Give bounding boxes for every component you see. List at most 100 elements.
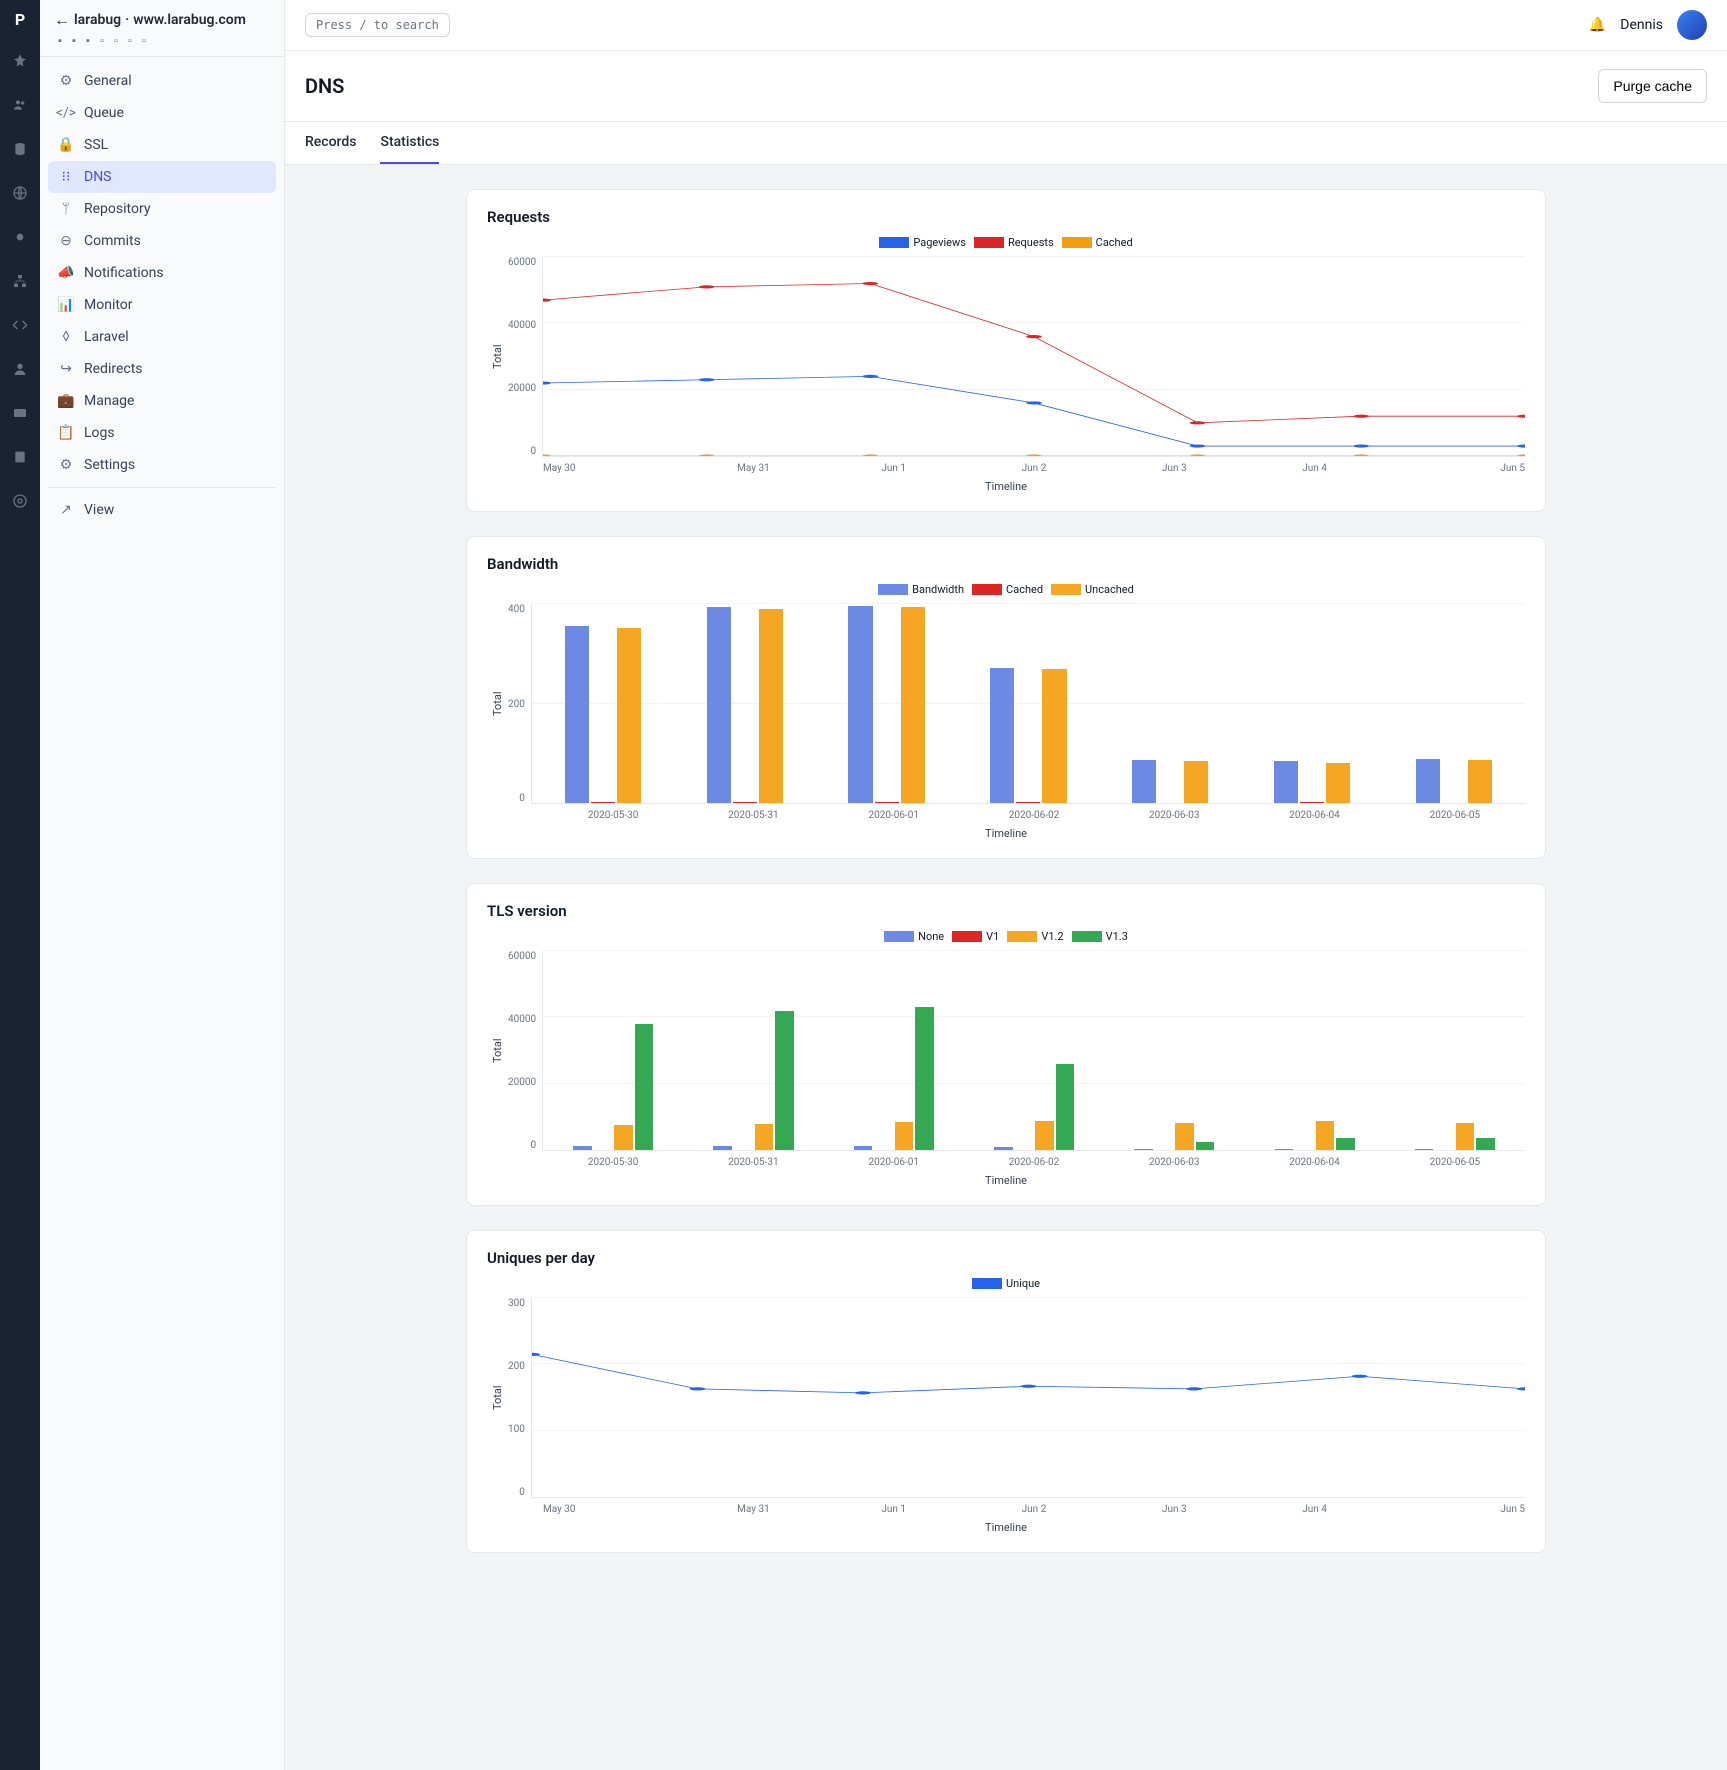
sidebar-item-label: Queue — [84, 105, 124, 121]
sidebar-title-sep: · — [125, 12, 129, 28]
notifications-icon[interactable]: 🔔 — [1589, 17, 1606, 33]
sidebar-item-repository[interactable]: ᛘRepository — [48, 193, 276, 225]
legend-item: Cached — [972, 583, 1043, 596]
sidebar-item-dns[interactable]: ⁝⁝DNS — [48, 161, 276, 193]
gear-icon: ⚙ — [58, 73, 74, 89]
chart-yaxis: 6000040000200000 — [508, 257, 542, 457]
sidebar-item-settings[interactable]: ⚙ Settings — [48, 449, 276, 481]
tabs: Records Statistics — [285, 122, 1727, 165]
sidebar-item-manage[interactable]: 💼Manage — [48, 385, 276, 417]
rail-users-icon[interactable] — [0, 93, 40, 117]
bar — [1134, 1149, 1153, 1150]
sidebar-item-label: Settings — [84, 457, 135, 473]
rail-book-icon[interactable] — [0, 445, 40, 469]
sidebar-item-general[interactable]: ⚙ General — [48, 65, 276, 97]
sidebar-item-logs[interactable]: 📋Logs — [48, 417, 276, 449]
chart-legend: PageviewsRequestsCached — [487, 236, 1525, 249]
chart-card-bandwidth: BandwidthBandwidthCachedUncachedTotal400… — [466, 536, 1546, 859]
page-header: DNS Purge cache — [285, 51, 1727, 122]
rail-globe-icon[interactable] — [0, 181, 40, 205]
rail-support-icon[interactable] — [0, 489, 40, 513]
app-logo[interactable]: P — [15, 10, 25, 29]
legend-item: Pageviews — [879, 236, 966, 249]
chart-card-uniques: Uniques per dayUniqueTotal3002001000May … — [466, 1230, 1546, 1553]
sidebar-title-domain: www.larabug.com — [133, 12, 246, 28]
main-content: Press / to search 🔔 Dennis DNS Purge cac… — [285, 0, 1727, 1770]
legend-item: Uncached — [1051, 583, 1134, 596]
bar — [1274, 761, 1298, 803]
briefcase-icon: 💼 — [58, 393, 74, 409]
commit-icon: ⊖ — [58, 233, 74, 249]
sidebar-item-view[interactable]: ↗ View — [48, 494, 276, 526]
bar — [635, 1024, 654, 1150]
chart-xlabel: Timeline — [487, 480, 1525, 493]
chart-plotarea — [542, 951, 1525, 1151]
purge-cache-button[interactable]: Purge cache — [1598, 69, 1707, 103]
search-input[interactable]: Press / to search — [305, 13, 450, 37]
bar — [573, 1146, 592, 1150]
sidebar-item-laravel[interactable]: ◊Laravel — [48, 321, 276, 353]
chart-yaxis: 3002001000 — [508, 1298, 531, 1498]
sidebar-item-redirects[interactable]: ↪Redirects — [48, 353, 276, 385]
sliders-icon: ⚙ — [58, 457, 74, 473]
legend-swatch — [879, 237, 909, 248]
username[interactable]: Dennis — [1620, 17, 1663, 33]
sidebar-item-monitor[interactable]: 📊Monitor — [48, 289, 276, 321]
bar — [1416, 759, 1440, 803]
external-icon: ↗ — [58, 502, 74, 518]
legend-swatch — [884, 931, 914, 942]
sidebar-item-label: Logs — [84, 425, 115, 441]
rail-rocket-icon[interactable] — [0, 49, 40, 73]
bar — [994, 1147, 1013, 1150]
legend-swatch — [1072, 931, 1102, 942]
sidebar-item-commits[interactable]: ⊖Commits — [48, 225, 276, 257]
sidebar-item-label: View — [84, 502, 114, 518]
avatar[interactable] — [1677, 10, 1707, 40]
rail-card-icon[interactable] — [0, 401, 40, 425]
legend-label: Pageviews — [913, 236, 966, 249]
legend-label: None — [918, 930, 944, 943]
chart-title: Requests — [487, 208, 1525, 226]
sidebar-item-notifications[interactable]: 📣Notifications — [48, 257, 276, 289]
legend-item: V1.3 — [1072, 930, 1128, 943]
bar — [591, 802, 615, 803]
legend-item: Unique — [972, 1277, 1040, 1290]
sidebar: ← larabug · www.larabug.com ▪▪▪▫▫▫▫ ⚙Gen… — [40, 0, 285, 1770]
tab-records[interactable]: Records — [305, 122, 356, 164]
rail-bug-icon[interactable] — [0, 225, 40, 249]
app-rail: P — [0, 0, 40, 1770]
bar — [617, 628, 641, 803]
back-arrow-icon[interactable]: ← — [54, 10, 70, 30]
legend-swatch — [878, 584, 908, 595]
legend-label: Cached — [1006, 583, 1043, 596]
rail-code-icon[interactable] — [0, 313, 40, 337]
legend-swatch — [1007, 931, 1037, 942]
sidebar-item-label: Laravel — [84, 329, 129, 345]
bar — [1132, 760, 1156, 803]
legend-swatch — [972, 584, 1002, 595]
legend-swatch — [1051, 584, 1081, 595]
bar — [875, 802, 899, 803]
chart-title: TLS version — [487, 902, 1525, 920]
legend-item: V1 — [952, 930, 999, 943]
bar — [759, 609, 783, 803]
sidebar-item-label: General — [84, 73, 132, 89]
sidebar-item-ssl[interactable]: 🔒SSL — [48, 129, 276, 161]
bar — [1196, 1142, 1215, 1150]
legend-item: V1.2 — [1007, 930, 1063, 943]
bar — [1275, 1149, 1294, 1150]
bar — [1016, 802, 1040, 803]
bar — [775, 1011, 794, 1150]
tab-statistics[interactable]: Statistics — [380, 122, 439, 164]
sidebar-item-queue[interactable]: </>Queue — [48, 97, 276, 129]
bar — [854, 1146, 873, 1150]
rail-database-icon[interactable] — [0, 137, 40, 161]
megaphone-icon: 📣 — [58, 265, 74, 281]
branch-icon: ᛘ — [58, 201, 74, 217]
bar — [1476, 1138, 1495, 1150]
chart-plot: Total4002000 — [487, 604, 1525, 804]
chart-legend: BandwidthCachedUncached — [487, 583, 1525, 596]
rail-user-icon[interactable] — [0, 357, 40, 381]
rail-hierarchy-icon[interactable] — [0, 269, 40, 293]
bar — [1336, 1138, 1355, 1150]
